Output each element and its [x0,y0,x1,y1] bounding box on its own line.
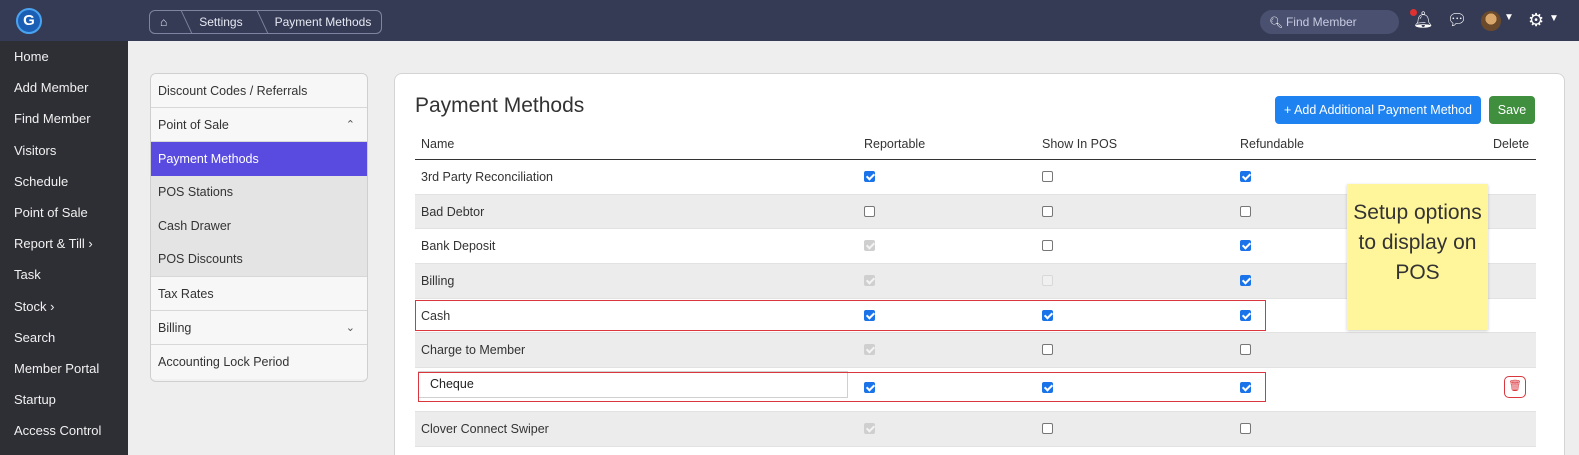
refundable-checkbox[interactable] [1240,205,1251,217]
submenu-label: POS Stations [158,185,234,199]
nav-item-point-of-sale[interactable]: Point of Sale [0,197,128,228]
refundable-checkbox[interactable] [1240,344,1251,356]
add-payment-method-button[interactable]: + Add Additional Payment Method [1275,96,1481,124]
refundable-checkbox[interactable] [1240,275,1251,287]
nav-item-add-member[interactable]: Add Member [0,72,128,103]
chevron-down-icon: ⌄ [345,321,355,334]
row-name: Clover Connect Swiper [421,422,549,437]
refundable-checkbox[interactable] [1240,171,1251,182]
submenu-tax-rates[interactable]: Tax Rates [151,276,367,311]
submenu-point-of-sale[interactable]: Point of Sale ⌃ [151,108,367,142]
reportable-checkbox [864,423,875,435]
nav-item-task[interactable]: Task [0,259,128,290]
highlight-box [418,372,1266,403]
chevron-down-icon[interactable]: ▼ [1504,12,1514,23]
page-title: Payment Methods [415,94,585,117]
notification-dot [1410,9,1417,16]
app-logo[interactable]: G [16,8,42,34]
show-in-pos-checkbox[interactable] [1042,171,1053,182]
chevron-down-icon[interactable]: ▼ [1549,13,1559,24]
table-row: Cheque 🗑︎ [415,368,1536,413]
submenu-label: Point of Sale [158,118,229,132]
header-name: Name [421,137,455,151]
search-placeholder: Find Member [1285,15,1357,29]
header-show-in-pos: Show In POS [1042,137,1118,151]
submenu-label: Payment Methods [158,152,259,166]
find-member-search[interactable]: 🔍︎ Find Member [1260,10,1399,34]
submenu-label: Billing [158,320,192,335]
show-in-pos-checkbox[interactable] [1042,344,1053,356]
submenu-label: Tax Rates [158,286,214,301]
breadcrumb-settings[interactable]: Settings [189,11,252,33]
row-name: 3rd Party Reconciliation [421,170,554,184]
nav-item-find-member[interactable]: Find Member [0,103,128,134]
submenu-pos-stations[interactable]: POS Stations [151,176,367,210]
submenu-label: Cash Drawer [158,218,231,233]
breadcrumb-payment-methods[interactable]: Payment Methods [265,11,382,33]
breadcrumb: ⌂ Settings Payment Methods [149,10,383,34]
refundable-checkbox[interactable] [1240,240,1251,252]
gear-icon[interactable]: ⚙ [1528,10,1544,31]
home-icon[interactable]: ⌂ [150,11,177,33]
reportable-checkbox[interactable] [864,171,875,182]
nav-item-home[interactable]: Home [0,41,128,72]
user-avatar[interactable] [1481,11,1501,31]
nav-item-access-control[interactable]: Access Control [0,415,128,446]
reportable-checkbox [864,240,875,252]
submenu-payment-methods[interactable]: Payment Methods [151,142,367,176]
top-bar: G ⌂ Settings Payment Methods 🔍︎ Find Memb… [0,0,1579,41]
save-button[interactable]: Save [1489,96,1535,124]
header-delete: Delete [1493,137,1530,151]
row-name: Bad Debtor [421,204,485,219]
submenu-label: POS Discounts [158,252,243,266]
delete-trash-icon[interactable]: 🗑︎ [1504,376,1526,399]
submenu-label: Accounting Lock Period [158,354,290,369]
reportable-checkbox [864,344,875,356]
row-name: Billing [421,274,455,289]
notification-bell-icon[interactable]: 🔔︎ [1410,9,1433,31]
nav-item-visitors[interactable]: Visitors [0,135,128,166]
search-icon: 🔍︎ [1269,17,1283,29]
table-header: Name Reportable Show In POS Refundable D… [415,131,1536,160]
nav-item-report-till[interactable]: Report & Till › [0,228,128,259]
sticky-note: Setup options to display on POS [1347,184,1488,330]
nav-item-startup[interactable]: Startup [0,384,128,415]
highlight-box [415,299,1266,331]
chevron-up-icon: ⌃ [345,119,355,131]
submenu-billing[interactable]: Billing ⌄ [151,310,367,345]
reportable-checkbox [864,275,875,287]
submenu-cash-drawer[interactable]: Cash Drawer [151,209,367,243]
chat-icon[interactable]: 💬︎ [1447,11,1467,31]
table-row: Charge to Member [415,333,1536,369]
show-in-pos-checkbox[interactable] [1042,423,1053,435]
submenu-accounting-lock-period[interactable]: Accounting Lock Period [151,344,367,379]
side-navigation: Home Add Member Find Member Visitors Sch… [0,41,128,455]
row-name: Charge to Member [421,343,526,358]
nav-item-stock[interactable]: Stock › [0,291,128,322]
row-name: Bank Deposit [421,239,496,254]
submenu-discount-codes[interactable]: Discount Codes / Referrals [151,74,367,108]
nav-item-schedule[interactable]: Schedule [0,166,128,197]
nav-item-search[interactable]: Search [0,322,128,353]
reportable-checkbox[interactable] [864,205,875,217]
refundable-checkbox[interactable] [1240,423,1251,435]
show-in-pos-checkbox [1042,275,1053,287]
header-refundable: Refundable [1240,137,1304,151]
show-in-pos-checkbox[interactable] [1042,240,1053,252]
table-row: Clover Connect Swiper [415,412,1536,447]
nav-item-member-portal[interactable]: Member Portal [0,353,128,384]
submenu-label: Discount Codes / Referrals [158,84,308,98]
show-in-pos-checkbox[interactable] [1042,205,1053,217]
settings-submenu: Discount Codes / Referrals Point of Sale… [150,73,368,382]
header-reportable: Reportable [864,137,926,151]
submenu-pos-discounts[interactable]: POS Discounts [151,243,367,277]
